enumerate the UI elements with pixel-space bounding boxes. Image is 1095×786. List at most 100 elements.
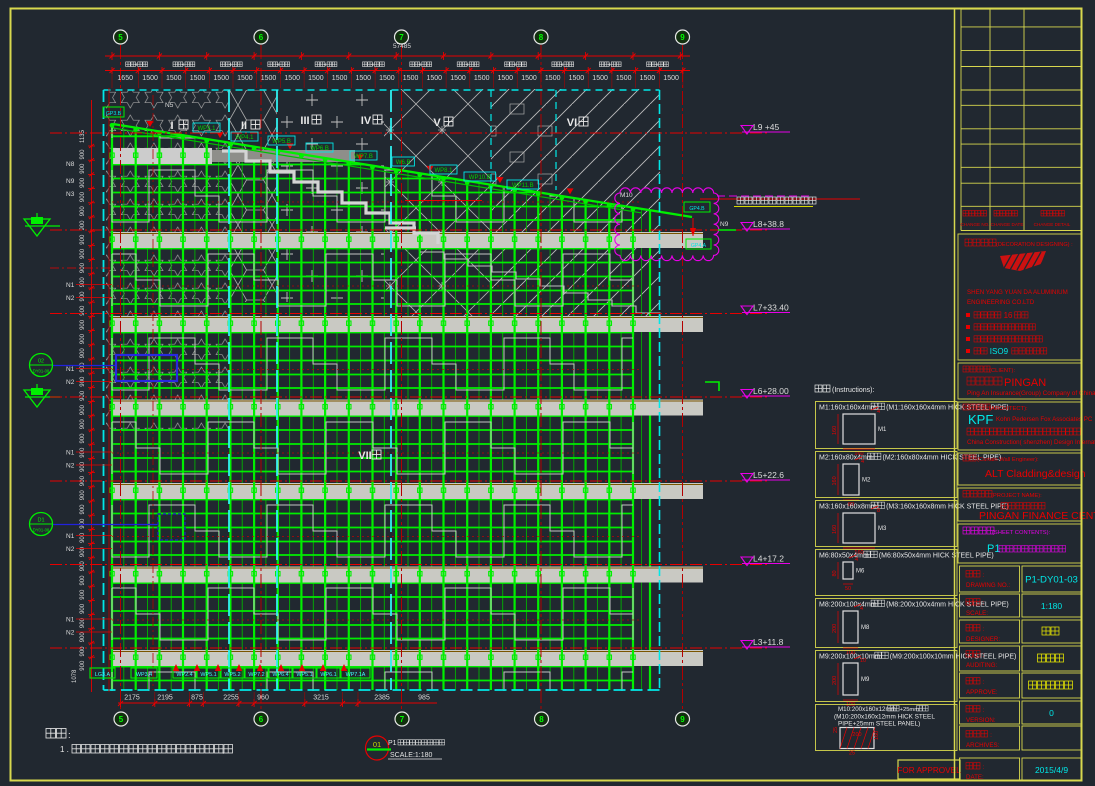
svg-text:WP5.1: WP5.1	[200, 672, 216, 678]
svg-text:(M10:200x160x12mm HICK STEEL: (M10:200x160x12mm HICK STEEL	[834, 714, 935, 721]
svg-text:+: +	[513, 63, 516, 69]
svg-text:200: 200	[832, 676, 838, 685]
svg-text:M2:160x80x4mm: M2:160x80x4mm	[819, 455, 873, 462]
svg-text:GP3.B: GP3.B	[106, 111, 122, 117]
svg-text:SCALE:: SCALE:	[966, 610, 988, 617]
svg-text:900: 900	[80, 575, 86, 586]
svg-text::: :	[982, 707, 984, 714]
svg-text:N1: N1	[66, 450, 75, 457]
svg-text:7: 7	[400, 715, 405, 724]
svg-text:N2: N2	[66, 379, 75, 386]
svg-text:(PROJECT NAME):: (PROJECT NAME):	[991, 493, 1042, 499]
svg-text:AUDITING:: AUDITING:	[966, 662, 998, 669]
svg-text::: :	[982, 652, 984, 659]
svg-text:9: 9	[680, 33, 685, 42]
svg-text:900: 900	[80, 319, 86, 330]
svg-text:160: 160	[832, 525, 838, 534]
svg-text:8: 8	[877, 508, 880, 514]
svg-text:N8: N8	[66, 161, 75, 168]
svg-text:+25mm: +25mm	[900, 707, 920, 713]
svg-text:1500: 1500	[498, 75, 514, 82]
svg-text:(M6:80x50x4mm HICK STEEL PIPE): (M6:80x50x4mm HICK STEEL PIPE)	[879, 553, 994, 560]
svg-text:+: +	[324, 63, 327, 69]
svg-text:1500: 1500	[308, 75, 324, 82]
svg-text:50: 50	[845, 586, 851, 592]
svg-text:2015/4/9: 2015/4/9	[1035, 765, 1068, 775]
svg-text:M2: M2	[862, 478, 871, 484]
svg-text:VI: VI	[567, 117, 577, 129]
svg-text:900: 900	[80, 532, 86, 543]
svg-text:900: 900	[80, 589, 86, 600]
svg-text:PIPE+25mm STEEL PANEL): PIPE+25mm STEEL PANEL)	[838, 721, 920, 728]
svg-text:N3: N3	[66, 191, 75, 198]
svg-text:P1-DY01-03: P1-DY01-03	[1025, 575, 1078, 586]
svg-text:9: 9	[680, 715, 685, 724]
svg-text:900: 900	[80, 632, 86, 643]
svg-text:2255: 2255	[223, 695, 239, 702]
svg-text:900: 900	[80, 433, 86, 444]
svg-text:ENGINEERING CO.LTD: ENGINEERING CO.LTD	[967, 299, 1035, 306]
svg-text:D1: D1	[37, 518, 44, 524]
svg-text:900: 900	[80, 206, 86, 217]
svg-text:+: +	[182, 63, 185, 69]
svg-text:WP8.1: WP8.1	[434, 168, 453, 174]
svg-text:M3:160x160x8mm: M3:160x160x8mm	[819, 504, 877, 511]
svg-text:N5: N5	[165, 102, 174, 109]
svg-text:25: 25	[833, 727, 839, 733]
svg-text:CHANGE NO.: CHANGE NO.	[960, 222, 989, 227]
svg-text:WP5.2: WP5.2	[224, 672, 240, 678]
svg-text:8: 8	[539, 715, 544, 724]
svg-text:DRAWING NO.:: DRAWING NO.:	[966, 582, 1010, 589]
svg-text:6: 6	[259, 715, 264, 724]
svg-text:900: 900	[80, 447, 86, 458]
svg-text:P1: P1	[987, 543, 1000, 555]
svg-text:0: 0	[1049, 708, 1054, 718]
svg-text:900: 900	[80, 561, 86, 572]
svg-text:Ping An Insurance(Group) Compa: Ping An Insurance(Group) Company of Chin…	[967, 390, 1095, 397]
svg-text:VERSION:: VERSION:	[966, 717, 996, 724]
svg-text:WP7.B: WP7.B	[354, 154, 373, 160]
svg-text:1500: 1500	[450, 75, 466, 82]
svg-text:(M8:200x100x4mm HICK STEEL PIP: (M8:200x100x4mm HICK STEEL PIPE)	[886, 602, 1009, 609]
svg-text::: :	[982, 600, 984, 607]
svg-text:III: III	[300, 115, 309, 127]
svg-text::: :	[990, 732, 992, 739]
svg-text:L8+38.8: L8+38.8	[753, 219, 784, 229]
svg-text:N1: N1	[66, 533, 75, 540]
svg-text:WP6.4: WP6.4	[272, 672, 288, 678]
svg-text:WP10.B: WP10.B	[469, 175, 491, 181]
svg-text:160: 160	[874, 731, 880, 740]
svg-text:SHEN YANG YUAN DA ALUMINIUM: SHEN YANG YUAN DA ALUMINIUM	[967, 289, 1068, 296]
svg-text:960: 960	[257, 695, 269, 702]
svg-text:M1: M1	[878, 427, 887, 433]
svg-text:WP3.4: WP3.4	[136, 672, 152, 678]
svg-text:ARCHIVES:: ARCHIVES:	[966, 742, 1000, 749]
svg-text:L5+22.6: L5+22.6	[753, 470, 784, 480]
svg-text:4: 4	[860, 606, 863, 612]
svg-text:1500: 1500	[356, 75, 372, 82]
svg-text:CHANGE DATE: CHANGE DATE	[991, 222, 1024, 227]
svg-text:900: 900	[80, 362, 86, 373]
svg-text:1500: 1500	[616, 75, 632, 82]
svg-text:1500: 1500	[663, 75, 679, 82]
svg-text:DY01-08: DY01-08	[33, 369, 50, 374]
svg-text:6: 6	[259, 33, 264, 42]
svg-text:N2: N2	[66, 546, 75, 553]
svg-text:1500: 1500	[284, 75, 300, 82]
svg-text:900: 900	[80, 660, 86, 671]
svg-text:900: 900	[80, 163, 86, 174]
svg-text:900: 900	[80, 461, 86, 472]
svg-text:China Construction( shenzhen): China Construction( shenzhen) Design Int…	[967, 439, 1095, 446]
svg-text:P1: P1	[388, 740, 397, 747]
svg-text:900: 900	[80, 291, 86, 302]
svg-text:02: 02	[38, 359, 44, 365]
svg-text:LG3.A: LG3.A	[95, 672, 111, 678]
svg-text::: :	[982, 764, 984, 771]
svg-text:16: 16	[1004, 311, 1013, 320]
svg-text:900: 900	[80, 404, 86, 415]
svg-text:ALT Cladding&design: ALT Cladding&design	[985, 468, 1086, 480]
svg-text:ISO9: ISO9	[990, 347, 1009, 356]
svg-text:WP3.1: WP3.1	[197, 126, 216, 132]
svg-text:7: 7	[399, 33, 404, 42]
svg-text:875: 875	[191, 695, 203, 702]
